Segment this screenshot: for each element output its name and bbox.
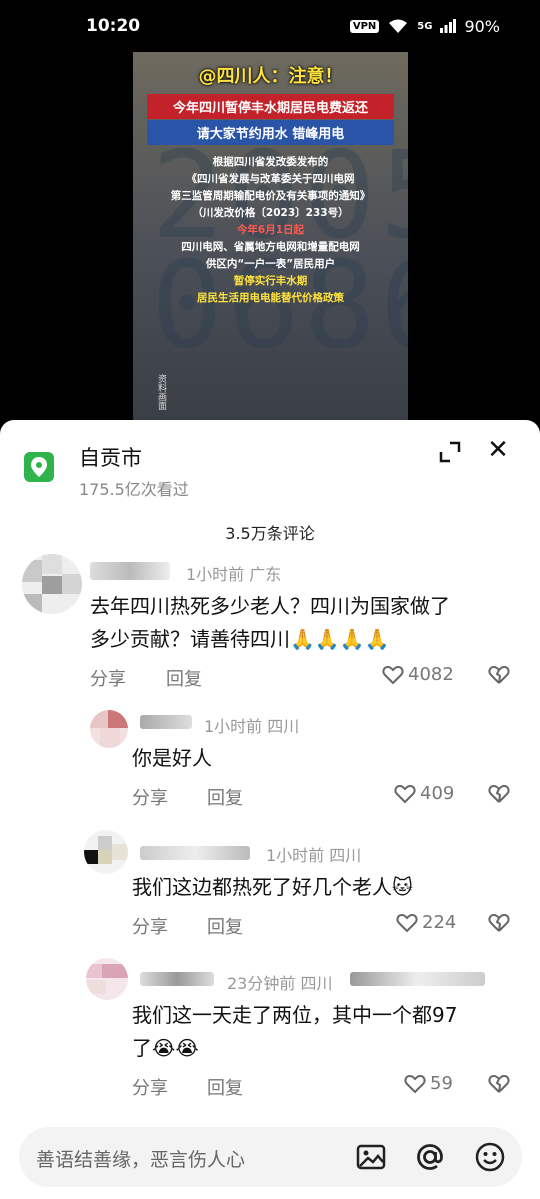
battery-level: 90% (464, 16, 500, 36)
comment-meta: 1小时前 广东 (186, 565, 282, 584)
close-icon[interactable]: ✕ (485, 437, 511, 464)
body-line: 《四川省发展与改革委关于四川电网 (186, 173, 355, 185)
reply-button[interactable]: 回复 (166, 665, 202, 691)
heart-icon (382, 665, 404, 684)
heart-icon (396, 913, 418, 932)
body-line: 第三监管周期输配电价及有关事项的通知》 (170, 190, 371, 202)
comment-input-bar[interactable]: 善语结善缘，恶言伤人心 (19, 1127, 522, 1187)
avatar[interactable] (84, 830, 128, 874)
body-line: 四川电网、省属地方电网和增量配电网 (181, 241, 360, 253)
dislike-heart-icon[interactable] (488, 784, 510, 804)
like-button[interactable]: 409 (394, 783, 454, 804)
comment-text-line: 去年四川热死多少老人？四川为国家做了 (90, 594, 450, 618)
signal-icon (440, 19, 457, 33)
video-subtitle-red: 今年四川暂停丰水期居民电费返还 (147, 94, 394, 119)
video-player[interactable]: 20050686 @四川人：注意！ 今年四川暂停丰水期居民电费返还 请大家节约用… (0, 52, 540, 422)
comment-text: 去年四川热死多少老人？四川为国家做了 多少贡献？请善待四川🙏🙏🙏🙏 (90, 590, 510, 656)
comment-text: 你是好人 (132, 742, 512, 775)
video-body-text: 根据四川省发改委发布的 《四川省发展与改革委关于四川电网 第三监管周期输配电价及… (133, 154, 408, 307)
dislike-heart-icon[interactable] (488, 1074, 510, 1094)
location-views: 175.5亿次看过 (79, 480, 189, 499)
comment-meta: 1小时前 四川 (266, 846, 362, 865)
comment-text-line: 多少贡献？请善待四川🙏🙏🙏🙏 (90, 627, 390, 651)
image-icon[interactable] (355, 1141, 387, 1173)
avatar[interactable] (90, 710, 128, 748)
body-line: 供区内“一户一表”居民用户 (205, 258, 336, 270)
wifi-icon (389, 19, 408, 33)
comment-input-placeholder[interactable]: 善语结善缘，恶言伤人心 (36, 1145, 245, 1172)
comment-text: 我们这一天走了两位，其中一个都97 了😭😭 (132, 999, 512, 1065)
dislike-heart-icon[interactable] (488, 913, 510, 933)
comment-meta: 23分钟前 四川 (227, 974, 333, 993)
location-title[interactable]: 自贡市 (79, 442, 142, 472)
emoji-icon[interactable] (474, 1141, 506, 1173)
comment-text-line: 了😭😭 (132, 1036, 199, 1060)
reply-button[interactable]: 回复 (207, 784, 243, 810)
comments-count: 3.5万条评论 (225, 524, 315, 543)
like-button[interactable]: 4082 (382, 664, 454, 685)
avatar[interactable] (22, 554, 82, 614)
share-button[interactable]: 分享 (132, 913, 168, 939)
video-frame: 20050686 @四川人：注意！ 今年四川暂停丰水期居民电费返还 请大家节约用… (133, 52, 408, 422)
location-pin-icon[interactable] (24, 452, 54, 482)
comment-text-line: 你是好人 (132, 746, 212, 770)
username-blurred[interactable] (140, 715, 192, 729)
expand-icon[interactable] (438, 440, 462, 464)
username-blurred[interactable] (140, 846, 250, 860)
comment-text: 我们这边都热死了好几个老人🐱 (132, 871, 512, 904)
reply-to-blurred[interactable] (350, 972, 485, 986)
username-blurred[interactable] (90, 562, 170, 580)
comments-sheet: 自贡市 175.5亿次看过 ✕ 3.5万条评论 1小时前 广东 去年四川热死多少… (0, 420, 540, 1199)
vpn-badge: VPN (349, 19, 380, 33)
share-button[interactable]: 分享 (132, 784, 168, 810)
video-side-note: 资料画面 (156, 374, 166, 410)
avatar[interactable] (86, 958, 128, 1000)
share-button[interactable]: 分享 (90, 665, 126, 691)
video-title: @四川人：注意！ (198, 66, 343, 87)
username-blurred[interactable] (140, 972, 214, 986)
body-line: （川发改价格〔2023〕233号） (192, 207, 349, 219)
comment-text-line: 我们这一天走了两位，其中一个都97 (132, 1003, 458, 1027)
like-count: 4082 (408, 664, 454, 685)
reply-button[interactable]: 回复 (207, 1074, 243, 1100)
body-date: 今年6月1日起 (236, 224, 305, 236)
mention-icon[interactable] (414, 1141, 446, 1173)
comment-meta: 1小时前 四川 (204, 717, 300, 736)
body-highlight: 居民生活用电电能替代价格政策 (197, 292, 344, 304)
network-label: 5G (417, 20, 433, 32)
clock: 10:20 (86, 16, 141, 36)
video-subtitle-blue: 请大家节约用水 错峰用电 (147, 120, 394, 145)
like-count: 224 (422, 912, 457, 933)
like-count: 59 (430, 1073, 453, 1094)
body-highlight: 暂停实行丰水期 (233, 275, 308, 287)
like-button[interactable]: 59 (404, 1073, 453, 1094)
status-bar: 10:20 VPN 5G 90% (0, 0, 540, 52)
comment-text-line: 我们这边都热死了好几个老人🐱 (132, 875, 413, 899)
like-button[interactable]: 224 (396, 912, 456, 933)
reply-button[interactable]: 回复 (207, 913, 243, 939)
like-count: 409 (420, 783, 455, 804)
heart-icon (404, 1074, 426, 1093)
dislike-heart-icon[interactable] (488, 665, 510, 685)
heart-icon (394, 784, 416, 803)
body-line: 根据四川省发改委发布的 (212, 156, 329, 168)
share-button[interactable]: 分享 (132, 1074, 168, 1100)
